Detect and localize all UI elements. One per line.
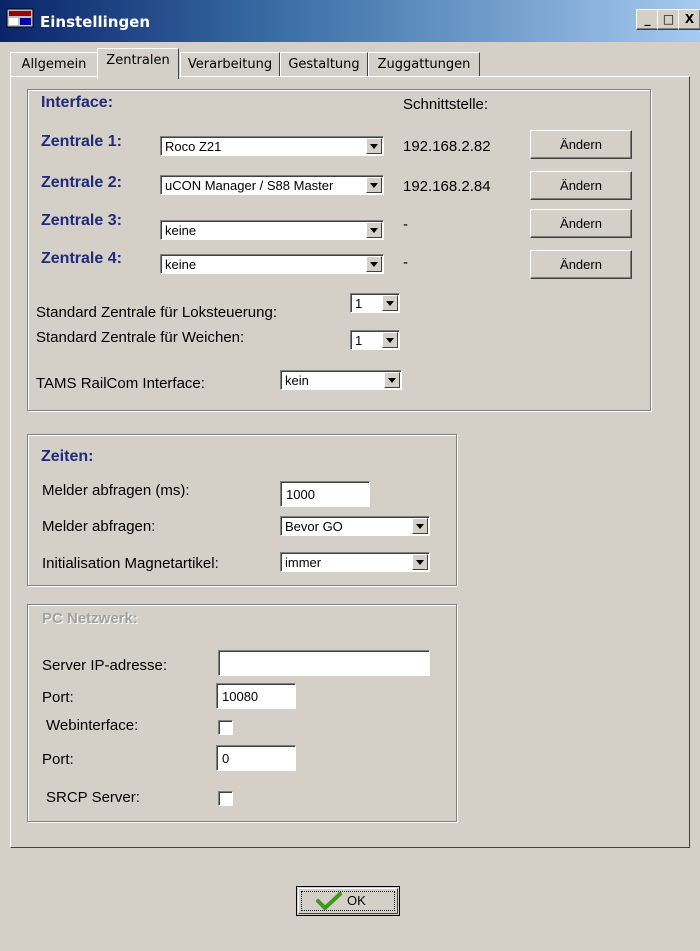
title-bar[interactable]: Einstellingen _ □ X (0, 0, 700, 42)
window-title: Einstellingen (40, 13, 151, 31)
chevron-down-icon[interactable] (366, 138, 382, 154)
webinterface-checkbox[interactable] (218, 720, 233, 735)
zentrale-4-select[interactable]: keine (160, 254, 384, 274)
port-label: Port: (42, 689, 74, 706)
tab-verarbeitung[interactable]: Verarbeitung (180, 52, 280, 77)
zentrale-3-select[interactable]: keine (160, 220, 384, 240)
zentrale-1-change-button[interactable]: Ändern (530, 130, 632, 159)
zentrale-2-label: Zentrale 2: (41, 174, 122, 191)
srcp-label: SRCP Server: (46, 789, 140, 806)
standard-loco-label: Standard Zentrale für Loksteuerung: (36, 304, 277, 321)
tab-allgemein[interactable]: Allgemein (10, 52, 98, 77)
poll-select[interactable]: Bevor GO (280, 516, 430, 536)
railcom-label: TAMS RailCom Interface: (36, 375, 205, 392)
tab-zentralen[interactable]: Zentralen (97, 48, 179, 79)
server-ip-input[interactable] (218, 650, 430, 676)
chevron-down-icon[interactable] (384, 372, 400, 388)
app-icon (6, 8, 34, 28)
railcom-select[interactable]: kein (280, 370, 402, 390)
standard-switch-label: Standard Zentrale für Weichen: (36, 329, 245, 346)
ok-label: OK (347, 893, 366, 908)
chevron-down-icon[interactable] (382, 332, 398, 348)
maximize-button[interactable]: □ (657, 9, 680, 30)
close-button[interactable]: X (678, 9, 700, 30)
checkmark-icon (316, 892, 342, 910)
init-label: Initialisation Magnetartikel: (42, 555, 219, 572)
schnittstelle-header: Schnittstelle: (403, 96, 489, 113)
server-ip-label: Server IP-adresse: (42, 657, 168, 674)
zeiten-title: Zeiten: (41, 448, 94, 465)
init-select[interactable]: immer (280, 552, 430, 572)
zentrale-1-address: 192.168.2.82 (403, 138, 491, 155)
standard-loco-select[interactable]: 1 (350, 293, 400, 313)
tab-zuggattungen[interactable]: Zuggattungen (368, 52, 480, 77)
zentrale-4-label: Zentrale 4: (41, 250, 122, 267)
chevron-down-icon[interactable] (412, 518, 428, 534)
port-input[interactable]: 10080 (216, 683, 296, 709)
minimize-button[interactable]: _ (636, 9, 659, 30)
chevron-down-icon[interactable] (366, 256, 382, 272)
zentrale-3-address: - (403, 216, 408, 233)
standard-switch-select[interactable]: 1 (350, 330, 400, 350)
webinterface-label: Webinterface: (46, 717, 139, 734)
srcp-checkbox[interactable] (218, 791, 233, 806)
chevron-down-icon[interactable] (366, 177, 382, 193)
chevron-down-icon[interactable] (382, 295, 398, 311)
port2-label: Port: (42, 751, 74, 768)
chevron-down-icon[interactable] (366, 222, 382, 238)
interface-title: Interface: (41, 94, 114, 111)
chevron-down-icon[interactable] (412, 554, 428, 570)
zentrale-2-address: 192.168.2.84 (403, 178, 491, 195)
zentrale-3-label: Zentrale 3: (41, 212, 122, 229)
poll-label: Melder abfragen: (42, 518, 156, 535)
netzwerk-title: PC Netzwerk: (42, 610, 138, 627)
poll-ms-input[interactable]: 1000 (280, 481, 370, 507)
poll-ms-label: Melder abfragen (ms): (42, 482, 190, 499)
zentrale-3-change-button[interactable]: Ändern (530, 209, 632, 238)
zentrale-2-change-button[interactable]: Ändern (530, 171, 632, 200)
zentrale-1-label: Zentrale 1: (41, 133, 122, 150)
zentrale-1-select[interactable]: Roco Z21 (160, 136, 384, 156)
port2-input[interactable]: 0 (216, 745, 296, 771)
zentrale-4-address: - (403, 254, 408, 271)
zentrale-2-select[interactable]: uCON Manager / S88 Master (160, 175, 384, 195)
zentrale-4-change-button[interactable]: Ändern (530, 250, 632, 279)
tab-gestaltung[interactable]: Gestaltung (280, 52, 368, 77)
ok-button[interactable]: OK (296, 886, 400, 916)
